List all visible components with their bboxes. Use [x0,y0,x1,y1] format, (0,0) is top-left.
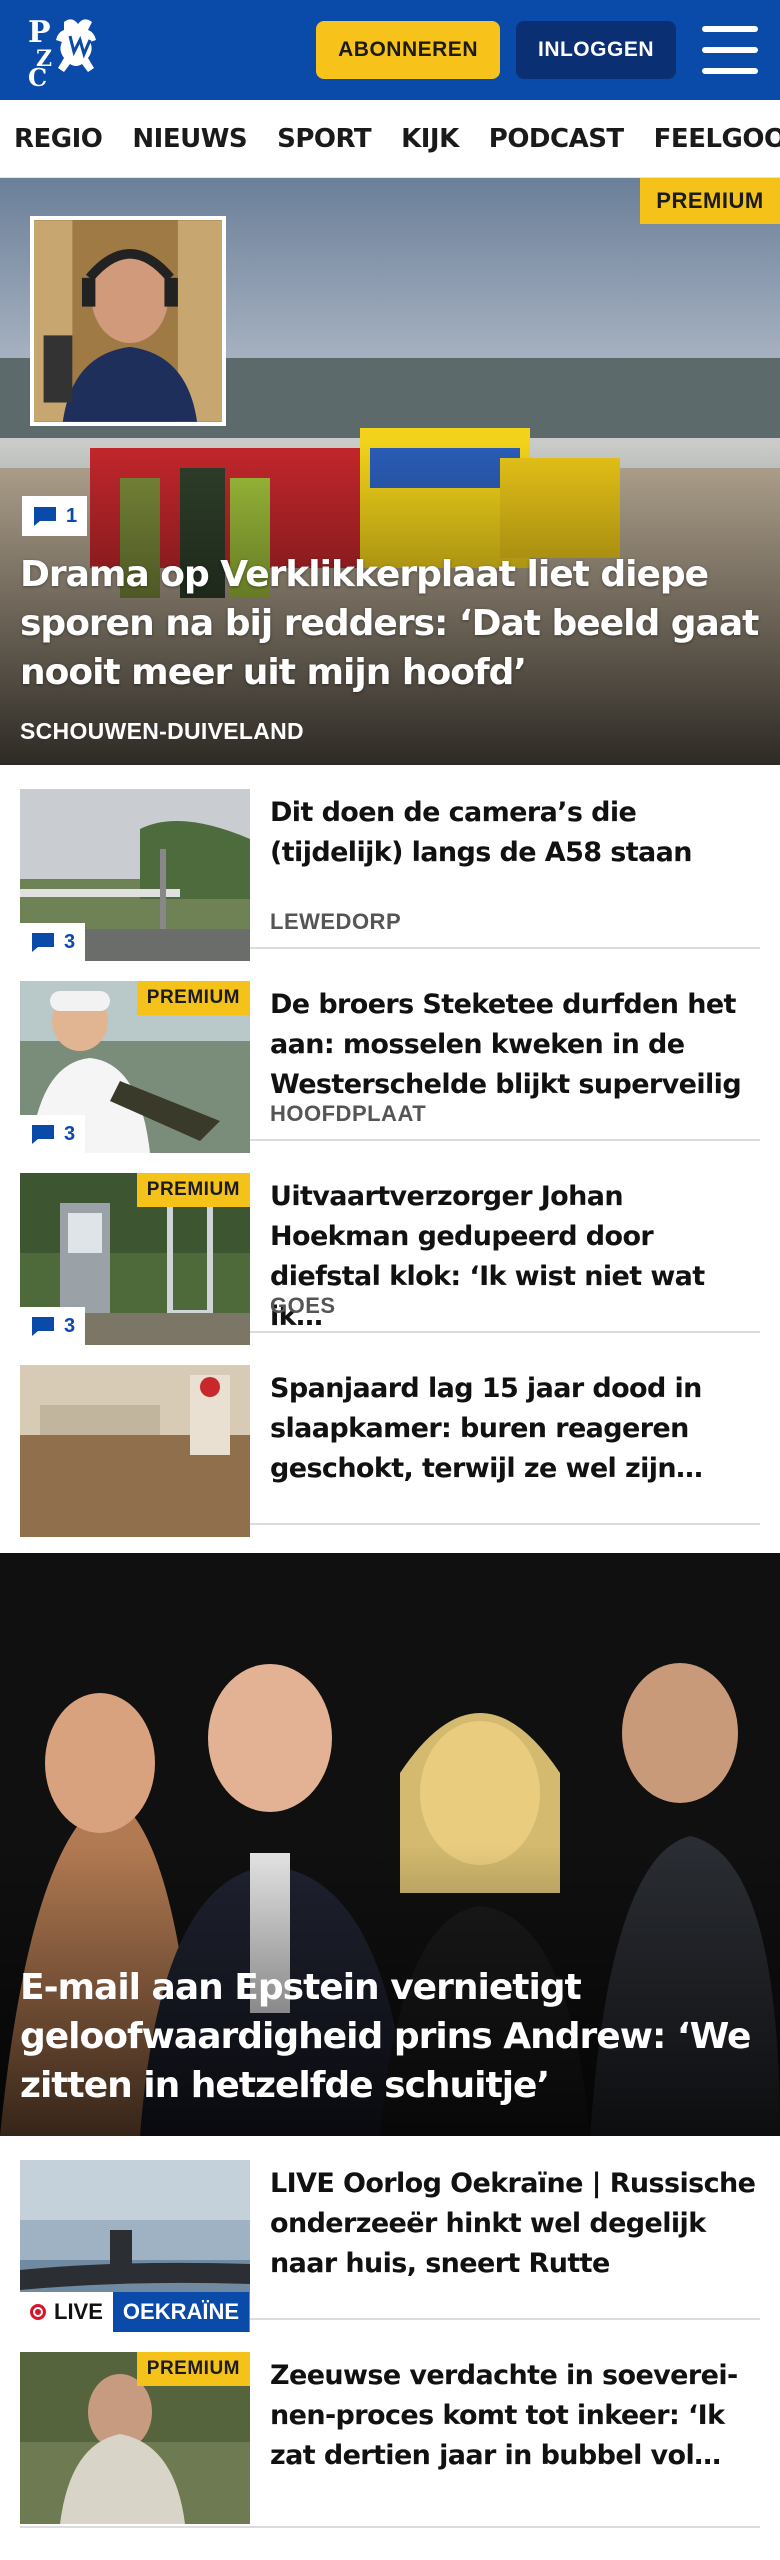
live-dot-icon [30,2304,46,2320]
pzc-logo[interactable]: P Z C [26,10,116,90]
article-title[interactable]: LIVE Oorlog Oekraïne | Russische onderze… [270,2164,760,2284]
comment-count-chip[interactable]: 3 [20,923,86,961]
featured-article[interactable]: E-mail aan Epstein vernietigt geloofwaar… [0,1553,780,2136]
article-thumbnail [20,1365,250,1537]
premium-badge: PREMIUM [136,981,250,1015]
nav-item-feelgood[interactable]: FEELGOOD [654,124,780,154]
hero-region: SCHOUWEN-DUIVELAND [20,718,304,744]
live-tag: LIVE OEKRAÏNE [20,2292,250,2332]
article-thumbnail: 3 [20,789,250,961]
section-nav: REGIO NIEUWS SPORT KIJK PODCAST FEELGOOD… [0,100,780,178]
comment-count: 1 [66,504,78,527]
comment-icon [34,507,56,526]
featured-title[interactable]: E-mail aan Epstein vernietigt geloofwaar… [20,1963,770,2110]
hero-article[interactable]: PREMIUM 1 Drama op Verklikkerplaat liet … [0,178,780,765]
article-title[interactable]: Dit doen de camera’s die (tijdelijk) lan… [270,793,760,873]
svg-text:P: P [28,15,51,50]
article-region: HOOFDPLAAT [270,1101,427,1126]
header-actions: ABONNEREN INLOGGEN [316,21,758,79]
article-item[interactable]: LIVE OEKRAÏNE LIVE Oorlog Oekraïne | Rus… [20,2136,760,2332]
comment-count-chip[interactable]: 3 [20,1115,86,1153]
article-item[interactable]: PREMIUM Zeeuwse verdachte in soeverei­ne… [20,2328,760,2528]
article-item[interactable]: PREMIUM 3 De broers Steketee durfden het… [20,957,760,1153]
article-thumbnail: LIVE OEKRAÏNE [20,2160,250,2332]
nav-item-kijk[interactable]: KIJK [401,124,459,154]
premium-badge: PREMIUM [136,1173,250,1207]
nav-item-sport[interactable]: SPORT [277,124,371,154]
logo-icon: P Z C [28,15,96,88]
comment-icon [32,1317,54,1336]
article-thumbnail: PREMIUM [20,2352,250,2524]
hero-title[interactable]: Drama op Verklikkerplaat liet diepe spor… [20,550,760,697]
article-title[interactable]: Zeeuwse verdachte in soeverei­nen-proces… [270,2356,760,2476]
inset-image [34,220,222,422]
article-thumbnail: PREMIUM 3 [20,981,250,1153]
live-label: LIVE [54,2299,103,2324]
article-title[interactable]: Uitvaartverzorger Johan Hoekman gedupeer… [270,1177,760,1337]
article-item[interactable]: PREMIUM 3 Uitvaartverzorger Johan Hoekma… [20,1149,760,1345]
article-item[interactable]: Spanjaard lag 15 jaar dood in slaapkamer… [20,1341,760,1537]
hero-comment-count[interactable]: 1 [22,496,88,536]
article-region: GOES [270,1293,336,1318]
comment-icon [32,1125,54,1144]
comment-count: 3 [64,1122,76,1145]
thumb-image [20,1365,250,1537]
topic-tag[interactable]: OEKRAÏNE [112,2292,250,2332]
comment-count-chip[interactable]: 3 [20,1307,86,1345]
comment-count: 3 [64,930,76,953]
nav-item-nieuws[interactable]: NIEUWS [132,124,247,154]
login-button[interactable]: INLOGGEN [515,21,676,79]
site-header: P Z C ABONNEREN INLOGGEN [0,0,780,100]
comment-count: 3 [64,1314,76,1337]
live-indicator: LIVE [20,2292,113,2332]
article-region: LEWEDORP [270,909,402,934]
article-title[interactable]: De broers Steketee durfden het aan: moss… [270,985,760,1105]
subscribe-button[interactable]: ABONNEREN [316,21,500,79]
svg-text:C: C [28,63,47,88]
menu-icon[interactable] [702,26,758,74]
article-item[interactable]: 3 Dit doen de camera’s die (tijdelijk) l… [20,765,760,961]
premium-badge: PREMIUM [136,2352,250,2386]
nav-item-podcast[interactable]: PODCAST [489,124,624,154]
premium-badge: PREMIUM [640,178,780,224]
article-thumbnail: PREMIUM 3 [20,1173,250,1345]
hero-inset-photo [30,216,226,426]
nav-item-regio[interactable]: REGIO [14,124,103,154]
comment-icon [32,933,54,952]
article-title[interactable]: Spanjaard lag 15 jaar dood in slaapkamer… [270,1369,760,1489]
